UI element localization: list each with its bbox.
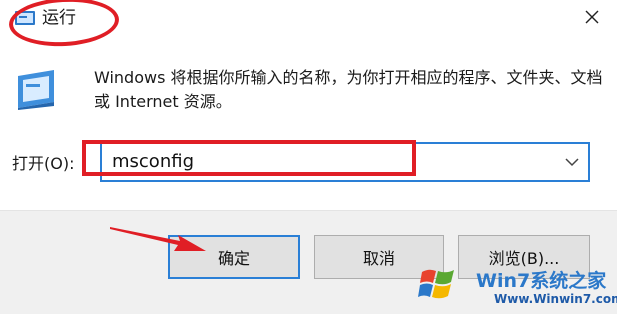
run-program-icon: [18, 70, 54, 110]
annotation-rectangle: [82, 140, 416, 176]
dialog-body: Windows 将根据你所输入的名称，为你打开相应的程序、文件夹、文档或 Int…: [0, 38, 617, 210]
watermark-name: Win7系统之家: [476, 270, 607, 292]
dialog-description: Windows 将根据你所输入的名称，为你打开相应的程序、文件夹、文档或 Int…: [94, 68, 603, 111]
windows-logo-icon: [418, 269, 454, 299]
chevron-down-icon[interactable]: [564, 156, 580, 168]
close-button[interactable]: [570, 0, 614, 34]
run-dialog: 运行 Windows 将根据你所输入的名称，为你打开相应的程序、文件夹、文档或 …: [0, 0, 617, 314]
watermark: Win7系统之家 Www.Winwin7.com: [418, 262, 617, 310]
red-arrow-icon: [110, 227, 206, 251]
close-icon: [585, 10, 599, 24]
watermark-url: Www.Winwin7.com: [494, 292, 617, 306]
open-label: 打开(O):: [12, 154, 75, 173]
